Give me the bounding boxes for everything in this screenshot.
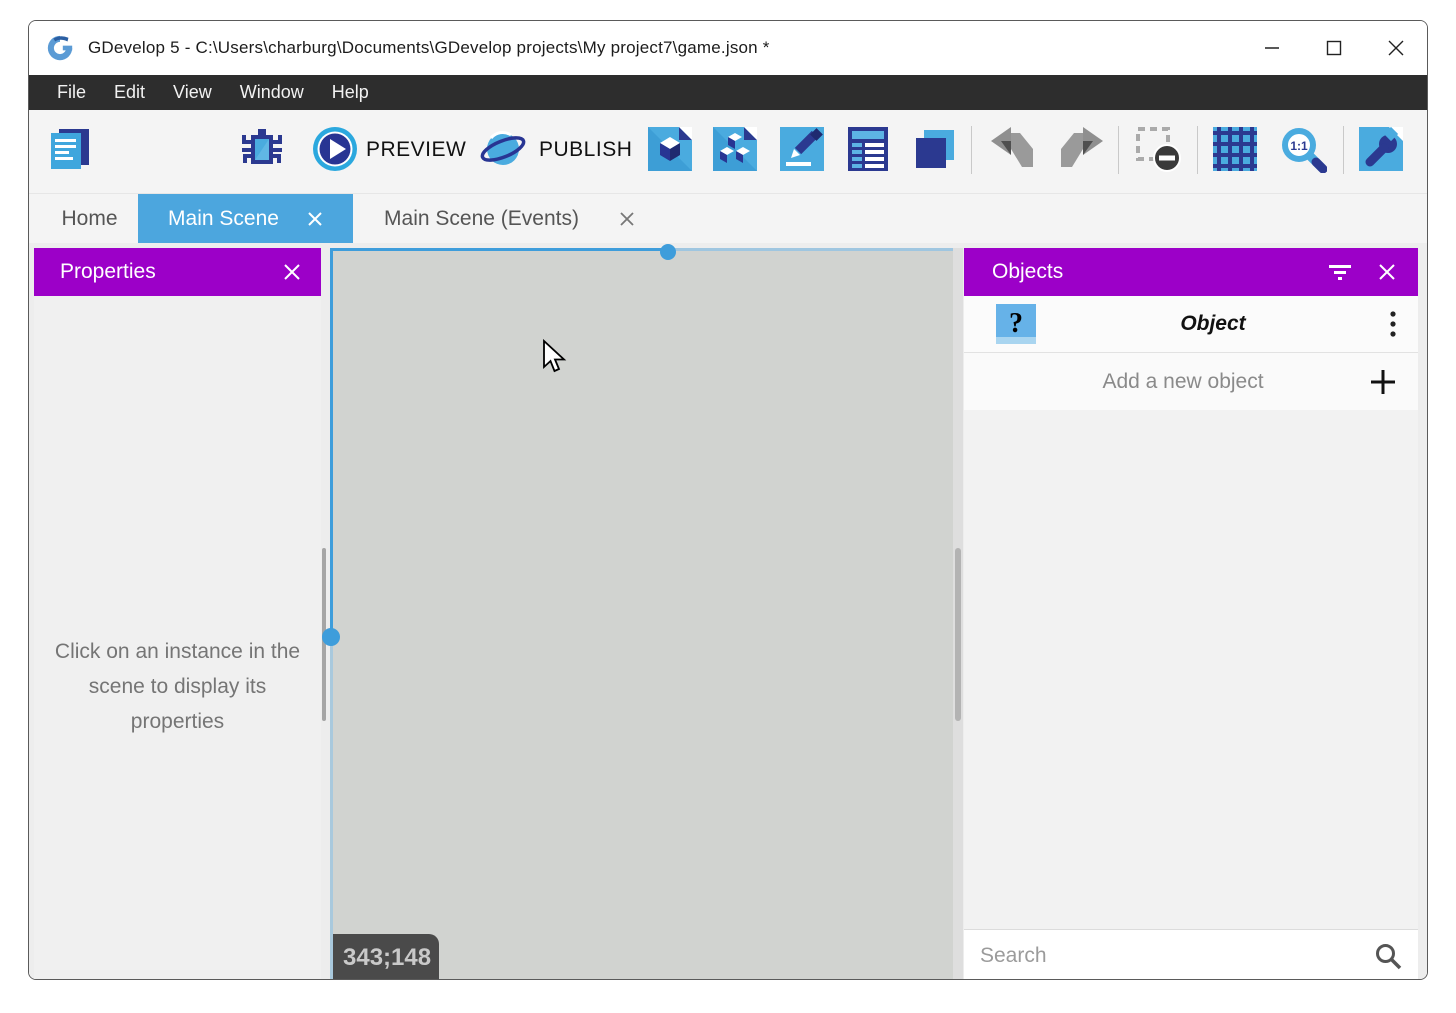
objects-panel-header: Objects [964, 248, 1418, 296]
pencil-edit-icon [778, 125, 826, 173]
objects-panel-body [964, 410, 1418, 929]
publish-label[interactable]: PUBLISH [539, 134, 632, 166]
scene-canvas[interactable] [333, 248, 953, 980]
properties-empty-message: Click on an instance in the scene to dis… [49, 634, 307, 739]
close-button[interactable] [1365, 21, 1427, 75]
zoom-original-button[interactable]: 1:1 [1279, 125, 1327, 173]
layers-editor-button[interactable] [911, 125, 959, 173]
object-menu-kebab-icon[interactable] [1390, 310, 1396, 338]
toolbar-separator [1343, 126, 1344, 174]
undo-icon [989, 125, 1037, 173]
scene-border-left-extension [330, 637, 333, 980]
toolbar-separator [1197, 126, 1198, 174]
objects-search-bar [964, 929, 1418, 980]
globe-icon [479, 125, 527, 173]
deselect-button[interactable] [1132, 125, 1186, 173]
scene-border-top-extension [668, 248, 953, 251]
question-mark-glyph: ? [1009, 308, 1023, 340]
tab-home-label: Home [61, 207, 117, 231]
objects-panel-title: Objects [992, 260, 1328, 284]
scene-properties-button[interactable] [1357, 125, 1405, 173]
window-controls [1241, 21, 1427, 75]
debug-button[interactable] [238, 125, 286, 173]
toolbar: PREVIEW PUBLISH [29, 110, 1427, 193]
object-list-item[interactable]: ? Object [964, 296, 1418, 353]
menu-window[interactable]: Window [226, 75, 318, 110]
editor-content: Properties Click on an instance in the s… [29, 243, 1427, 980]
menu-view[interactable]: View [159, 75, 226, 110]
wrench-icon [1357, 125, 1405, 173]
project-manager-button[interactable] [46, 125, 94, 173]
tab-main-scene-events-close-icon[interactable] [619, 211, 635, 227]
project-manager-icon [46, 125, 94, 173]
tab-main-scene-events[interactable]: Main Scene (Events) [353, 194, 666, 243]
minimize-icon [1264, 40, 1280, 56]
window-title: GDevelop 5 - C:\Users\charburg\Documents… [88, 38, 770, 58]
deselect-icon [1132, 125, 1186, 173]
object-name: Object [1036, 312, 1390, 336]
cursor-coordinates-badge: 343;148 [333, 934, 439, 980]
add-object-label: Add a new object [996, 370, 1370, 394]
toolbar-separator [1118, 126, 1119, 174]
instances-list-icon [844, 125, 892, 173]
tab-bar: Home Main Scene Main Scene (Events) [29, 193, 1427, 243]
minimize-button[interactable] [1241, 21, 1303, 75]
cursor-coordinates-value: 343;148 [343, 944, 431, 972]
add-object-plus-icon[interactable] [1370, 369, 1396, 395]
properties-panel-title: Properties [60, 260, 283, 284]
properties-close-icon[interactable] [283, 263, 301, 281]
menu-bar: File Edit View Window Help [29, 75, 1427, 110]
maximize-icon [1326, 40, 1342, 56]
tab-home[interactable]: Home [41, 194, 138, 243]
mouse-cursor [541, 339, 569, 375]
toolbar-separator [971, 126, 972, 174]
objects-panel: Objects ? Object Add a new object [964, 248, 1418, 980]
add-object-row[interactable]: Add a new object [964, 353, 1418, 410]
grid-icon [1211, 125, 1259, 173]
publish-button[interactable] [479, 125, 527, 173]
properties-panel: Properties Click on an instance in the s… [34, 248, 321, 980]
scene-resize-handle-top[interactable] [660, 244, 676, 260]
redo-button[interactable] [1057, 125, 1105, 173]
scene-border-left [330, 248, 333, 637]
svg-text:1:1: 1:1 [1290, 139, 1308, 153]
menu-file[interactable]: File [43, 75, 100, 110]
scene-border-top [333, 248, 668, 251]
title-bar: GDevelop 5 - C:\Users\charburg\Documents… [29, 21, 1427, 75]
zoom-1-1-icon: 1:1 [1279, 125, 1327, 173]
properties-panel-header: Properties [34, 248, 321, 296]
layers-icon [911, 125, 959, 173]
debug-icon [238, 125, 286, 173]
menu-edit[interactable]: Edit [100, 75, 159, 110]
properties-panel-body: Click on an instance in the scene to dis… [34, 296, 321, 980]
play-icon [311, 125, 359, 173]
app-window: GDevelop 5 - C:\Users\charburg\Documents… [28, 20, 1428, 980]
search-input[interactable] [980, 944, 1374, 968]
object-groups-button[interactable] [711, 125, 759, 173]
objects-close-icon[interactable] [1378, 263, 1396, 281]
objects-editor-button[interactable] [646, 125, 694, 173]
instances-list-button[interactable] [844, 125, 892, 173]
redo-icon [1057, 125, 1105, 173]
preview-label[interactable]: PREVIEW [366, 134, 466, 166]
object-groups-icon [711, 125, 759, 173]
tab-main-scene-events-label: Main Scene (Events) [384, 207, 579, 231]
objects-filter-icon[interactable] [1328, 264, 1352, 280]
scene-resize-handle-left[interactable] [322, 628, 340, 646]
search-icon [1374, 942, 1402, 970]
undo-button[interactable] [989, 125, 1037, 173]
canvas-scrollbar-right[interactable] [955, 548, 961, 721]
object-thumbnail-icon: ? [996, 304, 1036, 344]
preview-button[interactable] [311, 125, 359, 173]
tab-main-scene-label: Main Scene [168, 207, 279, 231]
menu-help[interactable]: Help [318, 75, 383, 110]
tab-main-scene[interactable]: Main Scene [138, 194, 353, 243]
objects-editor-icon [646, 125, 694, 173]
gdevelop-logo-icon [45, 33, 75, 63]
maximize-button[interactable] [1303, 21, 1365, 75]
close-icon [1388, 40, 1404, 56]
edit-scene-button[interactable] [778, 125, 826, 173]
grid-button[interactable] [1211, 125, 1259, 173]
tab-main-scene-close-icon[interactable] [307, 211, 323, 227]
